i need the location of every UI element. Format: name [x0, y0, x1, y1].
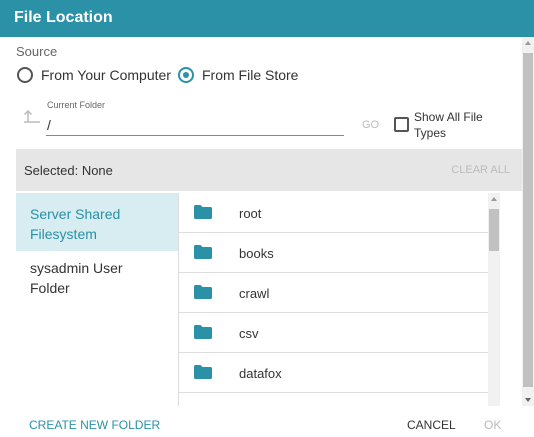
field-underline	[46, 135, 344, 136]
cancel-button[interactable]: CANCEL	[407, 418, 456, 432]
selected-status: Selected: None	[24, 163, 113, 178]
file-name: csv	[239, 326, 259, 341]
file-row-books[interactable]: books	[179, 233, 488, 273]
scrollbar-thumb[interactable]	[523, 53, 533, 387]
selection-bar: Selected: None CLEAR ALL	[16, 149, 522, 191]
radio-from-file-store[interactable]: From File Store	[178, 66, 298, 84]
file-row-crawl[interactable]: crawl	[179, 273, 488, 313]
source-label: Source	[16, 44, 58, 59]
dialog-titlebar: File Location	[0, 0, 534, 37]
file-row-datafox[interactable]: datafox	[179, 353, 488, 393]
file-name: crawl	[239, 286, 270, 301]
folder-up-icon[interactable]	[23, 109, 41, 123]
folder-icon	[194, 285, 212, 299]
dialog-scrollbar[interactable]	[522, 37, 534, 406]
radio-label: From Your Computer	[41, 67, 171, 83]
file-list: root books crawl csv datafox	[178, 193, 488, 406]
radio-circle-checked-icon[interactable]	[178, 67, 194, 83]
current-folder-field[interactable]: Current Folder /	[46, 100, 344, 136]
file-row-root[interactable]: root	[179, 193, 488, 233]
scroll-down-arrow-icon[interactable]	[525, 398, 531, 402]
file-row-csv[interactable]: csv	[179, 313, 488, 353]
folder-icon	[194, 325, 212, 339]
file-name: root	[239, 206, 262, 221]
location-sysadmin-user-folder[interactable]: sysadmin User Folder	[16, 258, 178, 296]
folder-icon	[194, 365, 212, 379]
radio-circle-icon[interactable]	[17, 67, 33, 83]
scroll-up-arrow-icon[interactable]	[525, 41, 531, 45]
show-all-file-types-label[interactable]: Show All File Types	[414, 109, 494, 141]
folder-icon	[194, 205, 212, 219]
file-list-scrollbar[interactable]	[488, 193, 500, 406]
show-all-file-types-checkbox[interactable]	[394, 117, 409, 132]
location-list: Server Shared Filesystem sysadmin User F…	[16, 193, 178, 406]
dialog-title: File Location	[14, 9, 113, 26]
clear-all-button[interactable]: CLEAR ALL	[451, 164, 510, 176]
scrollbar-thumb[interactable]	[489, 209, 499, 251]
file-name: datafox	[239, 366, 282, 381]
go-button[interactable]: GO	[362, 119, 379, 131]
file-name: books	[239, 246, 274, 261]
radio-from-your-computer[interactable]: From Your Computer	[17, 66, 171, 84]
current-folder-label: Current Folder	[47, 100, 106, 110]
radio-label: From File Store	[202, 67, 299, 83]
current-folder-input[interactable]: /	[47, 117, 51, 133]
location-server-shared-filesystem[interactable]: Server Shared Filesystem	[16, 193, 178, 251]
folder-icon	[194, 245, 212, 259]
ok-button[interactable]: OK	[484, 418, 501, 432]
create-new-folder-button[interactable]: CREATE NEW FOLDER	[29, 418, 160, 432]
scroll-up-arrow-icon[interactable]	[491, 197, 497, 201]
